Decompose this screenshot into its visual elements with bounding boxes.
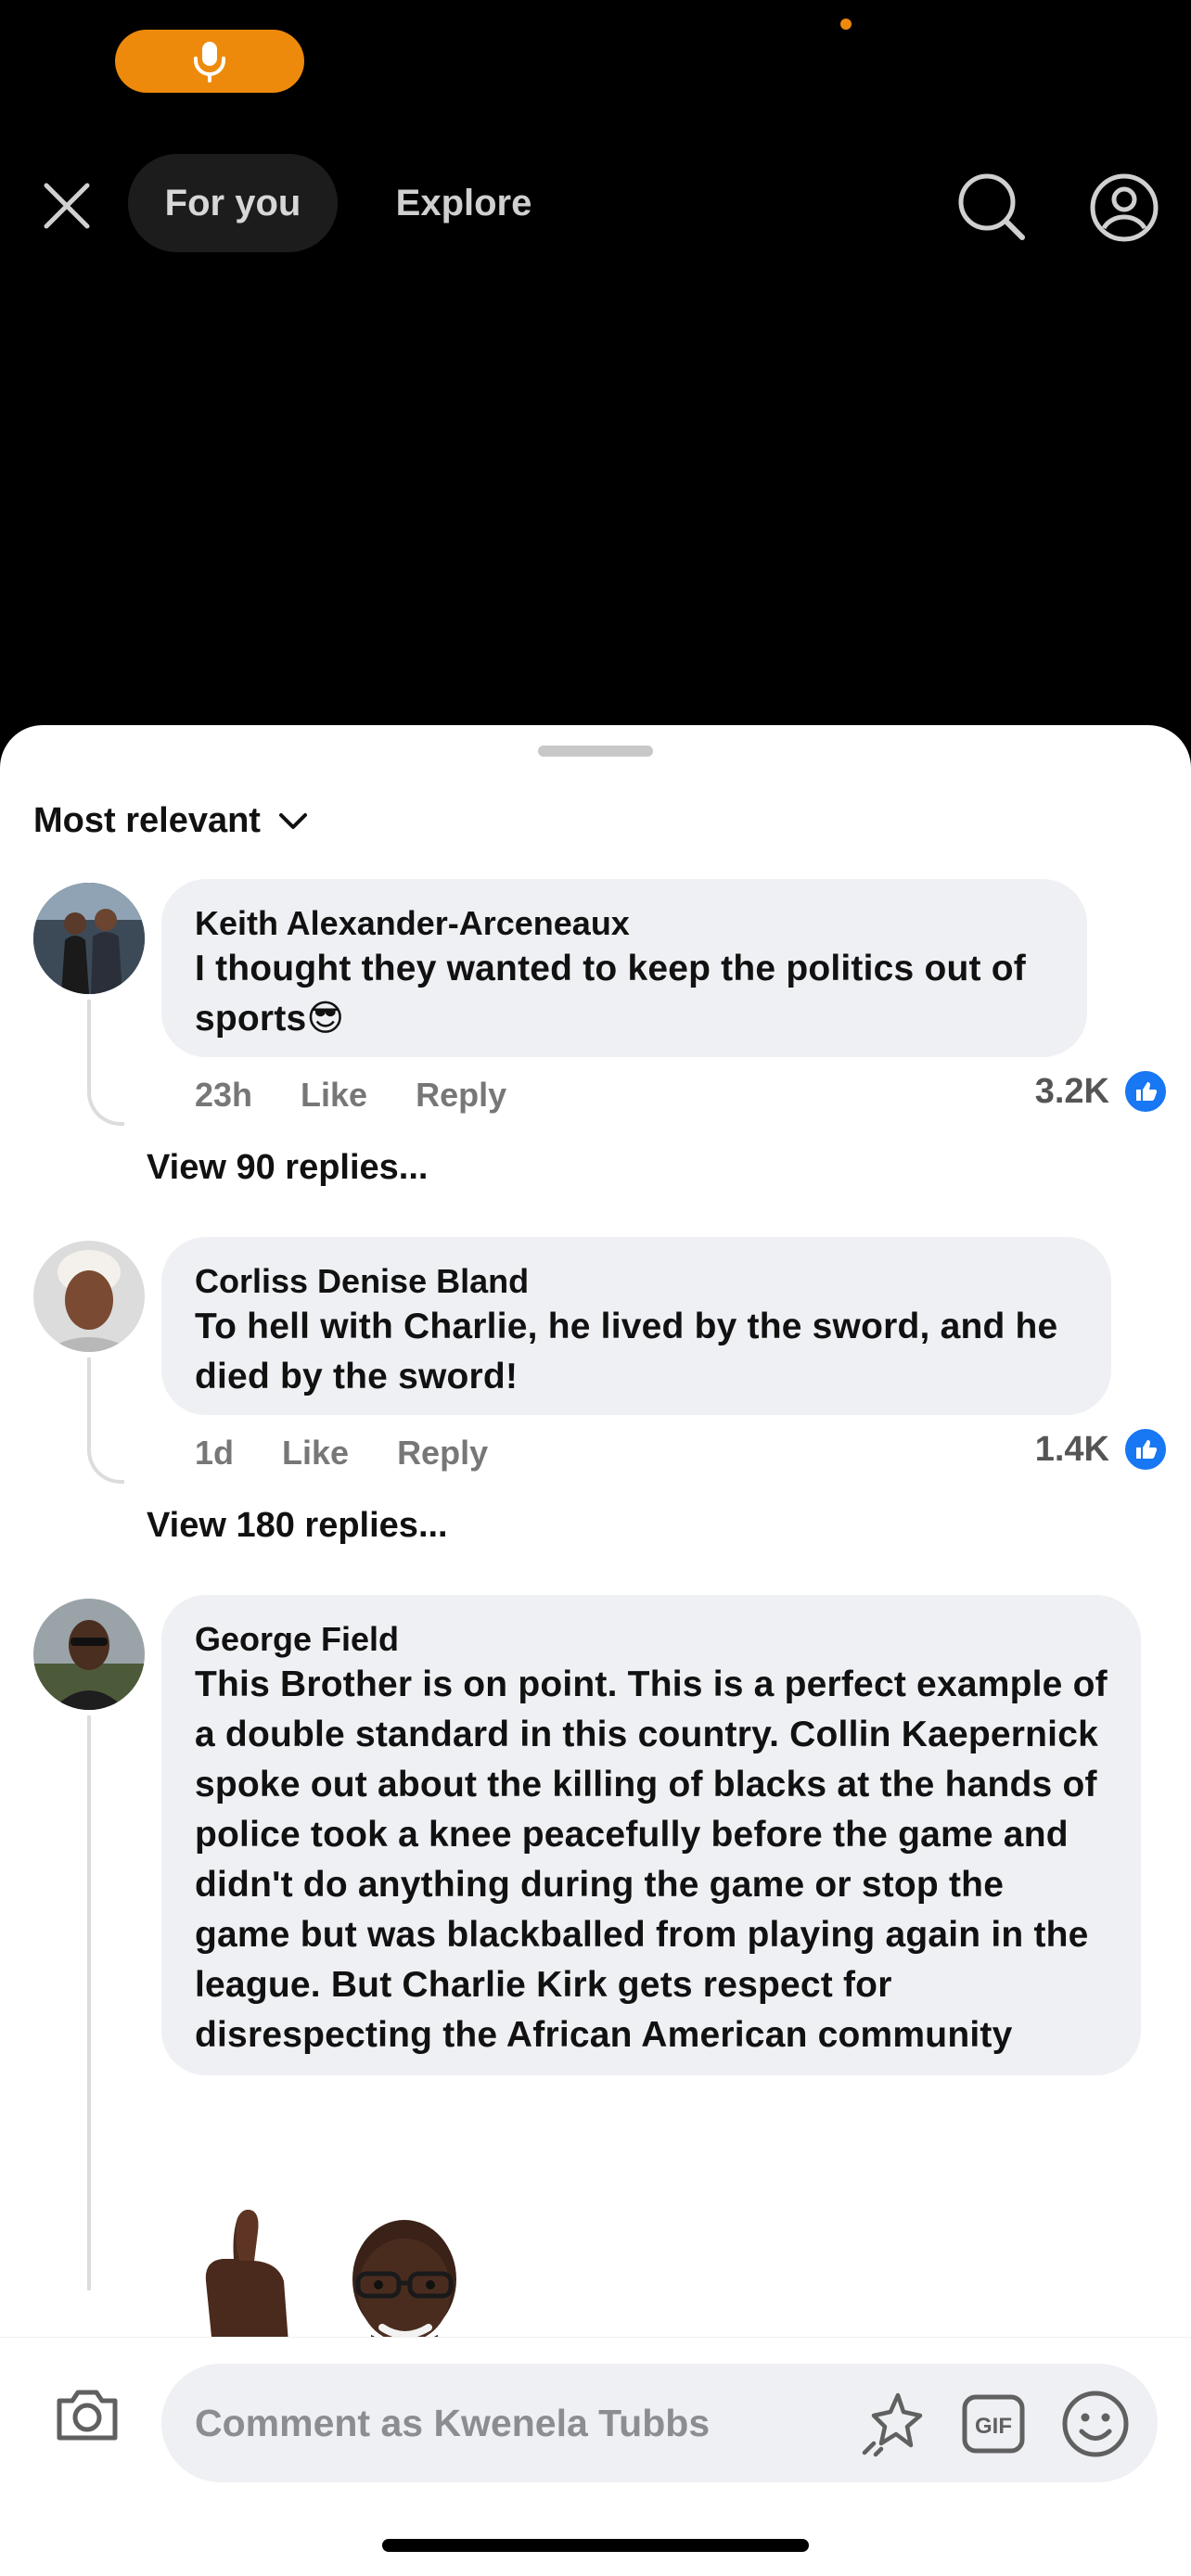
home-indicator[interactable] bbox=[382, 2539, 809, 2552]
comment-text: This Brother is on point. This is a perf… bbox=[195, 1664, 1108, 2055]
reply-button[interactable]: Reply bbox=[397, 1434, 488, 1473]
comment-author[interactable]: Corliss Denise Bland bbox=[195, 1261, 1078, 1302]
comment-bubble[interactable]: Corliss Denise Bland To hell with Charli… bbox=[161, 1237, 1111, 1415]
comment-age: 1d bbox=[195, 1434, 235, 1472]
profile-icon[interactable] bbox=[1087, 171, 1161, 245]
thread-connector bbox=[87, 1447, 124, 1484]
like-button[interactable]: Like bbox=[301, 1076, 367, 1115]
sheet-grabber[interactable] bbox=[538, 746, 653, 757]
avatar[interactable] bbox=[33, 1599, 145, 1710]
reaction-count-label: 3.2K bbox=[1034, 1071, 1109, 1111]
privacy-dot bbox=[840, 19, 852, 30]
tab-explore[interactable]: Explore bbox=[369, 154, 558, 252]
microphone-icon bbox=[194, 42, 225, 83]
avatar[interactable] bbox=[33, 883, 145, 994]
thumbs-up-icon bbox=[1122, 1068, 1169, 1115]
tab-for-you[interactable]: For you bbox=[128, 154, 338, 252]
chevron-down-icon bbox=[278, 812, 307, 829]
comment-composer: Comment as Kwenela Tubbs GIF bbox=[0, 2337, 1191, 2494]
comment-author[interactable]: George Field bbox=[195, 1619, 1108, 1660]
comment-text: I thought they wanted to keep the politi… bbox=[195, 944, 1054, 1044]
svg-text:GIF: GIF bbox=[975, 2414, 1012, 2439]
reaction-count[interactable]: 3.2K bbox=[1035, 1068, 1169, 1115]
gif-icon[interactable]: GIF bbox=[961, 2391, 1026, 2456]
magic-sparkle-icon[interactable] bbox=[857, 2388, 929, 2460]
comment-meta: 1d Like Reply bbox=[195, 1434, 488, 1473]
top-navigation: For you Explore bbox=[0, 148, 1191, 260]
comment-age: 23h bbox=[195, 1076, 253, 1114]
search-icon[interactable] bbox=[955, 171, 1030, 245]
thread-line bbox=[87, 1000, 91, 1092]
avatar[interactable] bbox=[33, 1241, 145, 1352]
close-icon[interactable] bbox=[37, 176, 96, 236]
like-button[interactable]: Like bbox=[282, 1434, 349, 1473]
thread-connector bbox=[87, 1089, 124, 1126]
comment-text: To hell with Charlie, he lived by the sw… bbox=[195, 1307, 1058, 1396]
reply-button[interactable]: Reply bbox=[416, 1076, 506, 1115]
comment-bubble[interactable]: Keith Alexander-Arceneaux I thought they… bbox=[161, 879, 1087, 1057]
camera-icon[interactable] bbox=[52, 2378, 130, 2456]
reaction-count-label: 1.4K bbox=[1034, 1429, 1109, 1469]
sort-label: Most relevant bbox=[33, 801, 261, 840]
view-replies-link[interactable]: View 90 replies... bbox=[147, 1148, 428, 1188]
thread-line bbox=[87, 1715, 91, 2290]
mic-indicator bbox=[115, 30, 304, 93]
comment-bubble[interactable]: George Field This Brother is on point. T… bbox=[161, 1595, 1141, 2075]
comments-sheet: Most relevant Keith Alexander-Arceneaux … bbox=[0, 725, 1191, 2576]
view-replies-link[interactable]: View 180 replies... bbox=[147, 1506, 448, 1546]
thumbs-up-icon bbox=[1122, 1426, 1169, 1473]
comment-meta: 23h Like Reply bbox=[195, 1076, 506, 1115]
sort-dropdown[interactable]: Most relevant bbox=[33, 801, 309, 841]
emoji-icon[interactable] bbox=[1059, 2388, 1132, 2460]
avatar-sticker[interactable] bbox=[186, 2170, 482, 2355]
comment-author[interactable]: Keith Alexander-Arceneaux bbox=[195, 903, 1054, 944]
sunglasses-emoji-icon: 😎 bbox=[306, 999, 345, 1039]
reaction-count[interactable]: 1.4K bbox=[1035, 1426, 1169, 1473]
thread-line bbox=[87, 1358, 91, 1450]
